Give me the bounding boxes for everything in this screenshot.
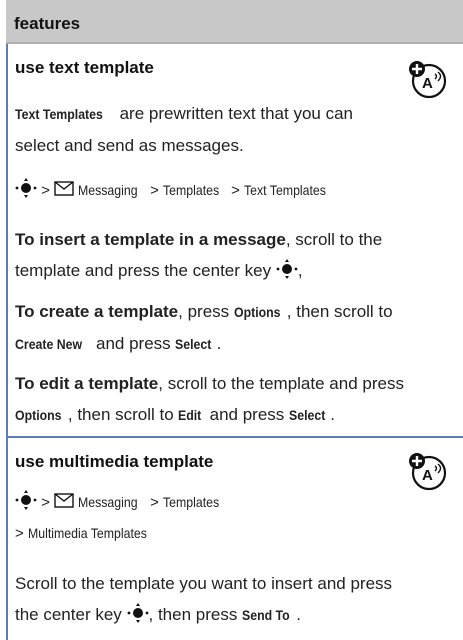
path-messaging: Messaging	[78, 182, 138, 198]
path-text-templates: Text Templates	[244, 182, 326, 198]
feature-availability-icon: A	[409, 61, 447, 99]
menu-item-create-new: Create New	[15, 336, 83, 352]
menu-item-edit: Edit	[178, 407, 202, 423]
insert-end: ,	[297, 261, 303, 280]
intro-text-1: are prewritten text that you can	[114, 104, 353, 123]
term-text-templates: Text Templates	[15, 106, 103, 122]
edit-text-2: , then scroll to	[67, 405, 179, 424]
edit-heading: To edit a template	[15, 374, 159, 393]
header-title: features	[14, 14, 81, 33]
menu-path-multimedia-templates: > Messaging > Templates	[15, 490, 455, 514]
path-sep: >	[41, 182, 50, 199]
nav-key-icon	[15, 178, 37, 198]
mm-text-3: , then press	[148, 605, 243, 624]
section-header: features	[6, 0, 463, 42]
nav-key-icon	[276, 259, 298, 279]
create-text-1: , press	[178, 302, 234, 321]
menu-path-text-templates: > Messaging > Templates > Text Templates	[15, 178, 455, 202]
create-end: .	[216, 334, 222, 353]
messaging-envelope-icon	[54, 493, 74, 508]
insert-heading: To insert a template in a message	[15, 230, 286, 249]
nav-key-icon	[15, 490, 37, 510]
path-sep: >	[150, 494, 159, 511]
path-sep: >	[15, 525, 24, 542]
edit-text-1: , scroll to the template and press	[158, 374, 404, 393]
softkey-select: Select	[175, 336, 212, 352]
softkey-options: Options	[233, 304, 281, 320]
section-title-text-template: use text template	[15, 58, 154, 77]
path-sep: >	[150, 182, 159, 199]
insert-instructions: To insert a template in a message, scrol…	[15, 224, 455, 286]
softkey-send-to: Send To	[242, 607, 290, 623]
multimedia-instructions: Scroll to the template you want to inser…	[15, 568, 455, 631]
create-heading: To create a template	[15, 302, 179, 321]
softkey-options: Options	[15, 407, 62, 423]
edit-text-3: and press	[204, 405, 290, 424]
section-title-multimedia-template: use multimedia template	[15, 452, 214, 471]
menu-path-multimedia-templates-line2: > Multimedia Templates	[15, 522, 455, 545]
nav-key-icon	[127, 603, 148, 623]
header-divider	[6, 42, 463, 44]
edit-instructions: To edit a template, scroll to the templa…	[15, 368, 455, 431]
intro-paragraph: Text Templates are prewritten text that …	[15, 98, 455, 161]
create-instructions: To create a template, press Options , the…	[15, 296, 455, 360]
intro-text-2: select and send as messages.	[15, 136, 244, 155]
section-divider	[6, 436, 463, 438]
mm-end: .	[296, 605, 301, 624]
path-sep: >	[231, 182, 240, 199]
create-text-2: , then scroll to	[286, 302, 393, 321]
mm-text-2: the center key	[15, 605, 122, 624]
left-accent-line	[6, 0, 8, 640]
path-templates: Templates	[163, 182, 220, 198]
create-text-3: and press	[91, 334, 176, 353]
edit-end: .	[330, 405, 335, 424]
insert-text-2: template and press the center key	[15, 261, 272, 280]
mm-text-1: Scroll to the template you want to inser…	[15, 574, 393, 593]
softkey-select: Select	[289, 407, 326, 423]
insert-text-1: , scroll to the	[285, 230, 383, 249]
svg-text:A: A	[422, 75, 433, 92]
path-messaging: Messaging	[78, 494, 138, 510]
svg-text:A: A	[422, 467, 433, 484]
feature-availability-icon: A	[409, 453, 447, 491]
path-sep: >	[41, 494, 50, 511]
path-multimedia-templates: Multimedia Templates	[27, 525, 147, 541]
path-templates: Templates	[163, 494, 220, 510]
manual-page: features use text template A Text Templa…	[0, 0, 463, 640]
messaging-envelope-icon	[54, 181, 74, 196]
